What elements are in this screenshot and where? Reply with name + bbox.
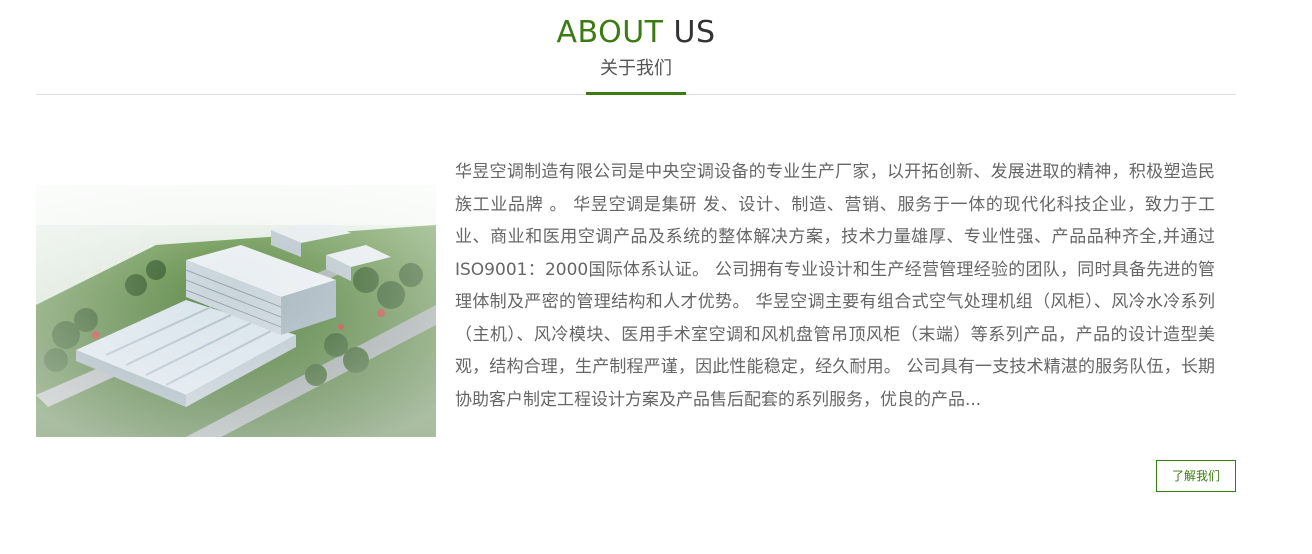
section-subtitle: 关于我们 <box>600 58 672 79</box>
section-heading: ABOUT US 关于我们 <box>0 14 1272 82</box>
section-title-dark: US <box>673 15 716 50</box>
section-title-green: ABOUT <box>556 15 664 50</box>
section-divider-accent <box>586 92 686 95</box>
company-description: 华昱空调制造有限公司是中央空调设备的专业生产厂家，以开拓创新、发展进取的精神，积… <box>455 162 1215 410</box>
section-title: ABOUT US <box>0 14 1272 52</box>
learn-more-button[interactable]: 了解我们 <box>1156 460 1236 492</box>
company-factory-image <box>36 185 436 437</box>
